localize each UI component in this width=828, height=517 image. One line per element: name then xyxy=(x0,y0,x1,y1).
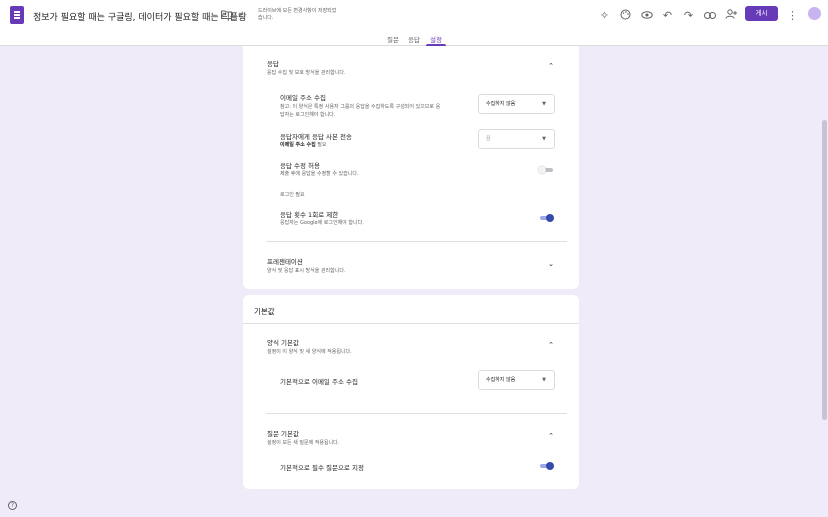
caret-down-icon: ▼ xyxy=(542,136,546,142)
tab-responses[interactable]: 응답 xyxy=(408,34,420,44)
divider xyxy=(243,323,579,324)
default-email-select[interactable]: 수집하지 않음 ▼ xyxy=(478,370,555,390)
limit-one-desc: 응답자는 Google에 로그인해야 합니다. xyxy=(280,220,364,226)
chevron-up-icon[interactable]: ⌃ xyxy=(546,432,556,440)
limit-one-title: 응답 횟수 1회로 제한 xyxy=(280,211,339,219)
more-icon[interactable]: ⋮ xyxy=(786,9,799,22)
allow-edit-toggle[interactable] xyxy=(538,165,554,175)
responses-section-title: 응답 xyxy=(267,60,279,68)
help-icon[interactable]: ? xyxy=(8,501,17,510)
send-copy-title: 응답자에게 응답 사본 전송 xyxy=(280,133,352,141)
tab-bar: 질문 응답 설정 xyxy=(0,32,828,46)
question-defaults-title: 질문 기본값 xyxy=(267,430,299,438)
send-copy-value: 끔 xyxy=(486,136,491,142)
default-email-label: 기본적으로 이메일 주소 수집 xyxy=(280,378,358,386)
chevron-down-icon[interactable]: ⌄ xyxy=(546,260,556,268)
defaults-card: 기본값 양식 기본값 설정이 이 양식 및 새 양식에 적용됩니다. ⌃ 기본적… xyxy=(243,295,579,489)
caret-down-icon: ▼ xyxy=(542,377,546,383)
send-copy-desc: 이메일 주소 수집 필요 xyxy=(280,142,327,148)
chevron-up-icon[interactable]: ⌃ xyxy=(546,62,556,70)
presentation-title: 프레젠테이션 xyxy=(267,258,303,266)
save-status: 드라이브에 모든 변경사항이 저장되었습니다. xyxy=(258,8,337,21)
folder-icon[interactable] xyxy=(220,9,233,22)
responses-section-subtitle: 응답 수집 및 보호 방식을 관리합니다. xyxy=(267,70,346,76)
form-defaults-title: 양식 기본값 xyxy=(267,339,299,347)
publish-button[interactable]: 게시 xyxy=(745,6,778,21)
defaults-title: 기본값 xyxy=(254,307,275,316)
tab-questions[interactable]: 질문 xyxy=(387,34,399,44)
undo-icon[interactable]: ↶ xyxy=(661,9,674,22)
chevron-up-icon[interactable]: ⌃ xyxy=(546,341,556,349)
default-required-label: 기본적으로 필수 질문으로 지정 xyxy=(280,464,364,472)
allow-edit-desc: 제출 후에 응답을 수정할 수 있습니다. xyxy=(280,171,359,177)
scrollbar[interactable] xyxy=(822,120,827,420)
divider xyxy=(266,241,567,242)
send-copy-select[interactable]: 끔 ▼ xyxy=(478,129,555,149)
add-collaborator-icon[interactable] xyxy=(724,9,737,22)
email-collect-select[interactable]: 수집하지 않음 ▼ xyxy=(478,94,555,114)
question-defaults-subtitle: 설정이 모든 새 질문에 적용됩니다. xyxy=(267,440,340,446)
email-collect-desc-2: 답자는 로그인해야 합니다. xyxy=(280,112,336,118)
tab-settings[interactable]: 설정 xyxy=(430,34,442,44)
allow-edit-title: 응답 수정 허용 xyxy=(280,162,321,170)
palette-icon[interactable] xyxy=(619,9,632,22)
email-collect-value: 수집하지 않음 xyxy=(486,101,516,107)
app-header: 정보가 필요할 때는 구글링, 데이터가 필요할 때는 릭플링 ☆ 드라이브에 … xyxy=(0,0,828,46)
preview-icon[interactable] xyxy=(640,9,653,22)
email-collect-desc-1: 참고: 이 양식은 특정 사용자 그룹의 응답을 수집하도록 구성되어 있으므로… xyxy=(280,104,441,110)
login-required-label: 로그인 필요 xyxy=(280,192,305,198)
caret-down-icon: ▼ xyxy=(542,101,546,107)
addon-icon[interactable]: ✧ xyxy=(598,9,611,22)
email-collect-title: 이메일 주소 수집 xyxy=(280,94,326,102)
limit-one-toggle[interactable] xyxy=(538,213,554,223)
redo-icon[interactable]: ↷ xyxy=(682,9,695,22)
default-email-value: 수집하지 않음 xyxy=(486,377,516,383)
link-icon[interactable] xyxy=(703,9,716,22)
form-defaults-subtitle: 설정이 이 양식 및 새 양식에 적용됩니다. xyxy=(267,349,352,355)
avatar[interactable] xyxy=(808,7,821,20)
settings-card: 응답 응답 수집 및 보호 방식을 관리합니다. ⌃ 이메일 주소 수집 참고:… xyxy=(243,46,579,289)
presentation-subtitle: 양식 및 응답 표시 방식을 관리합니다. xyxy=(267,268,346,274)
document-title[interactable]: 정보가 필요할 때는 구글링, 데이터가 필요할 때는 릭플링 xyxy=(33,10,246,23)
star-icon[interactable]: ☆ xyxy=(236,9,249,22)
divider xyxy=(266,413,567,414)
default-required-toggle[interactable] xyxy=(538,461,554,471)
forms-logo-icon[interactable] xyxy=(10,6,24,24)
